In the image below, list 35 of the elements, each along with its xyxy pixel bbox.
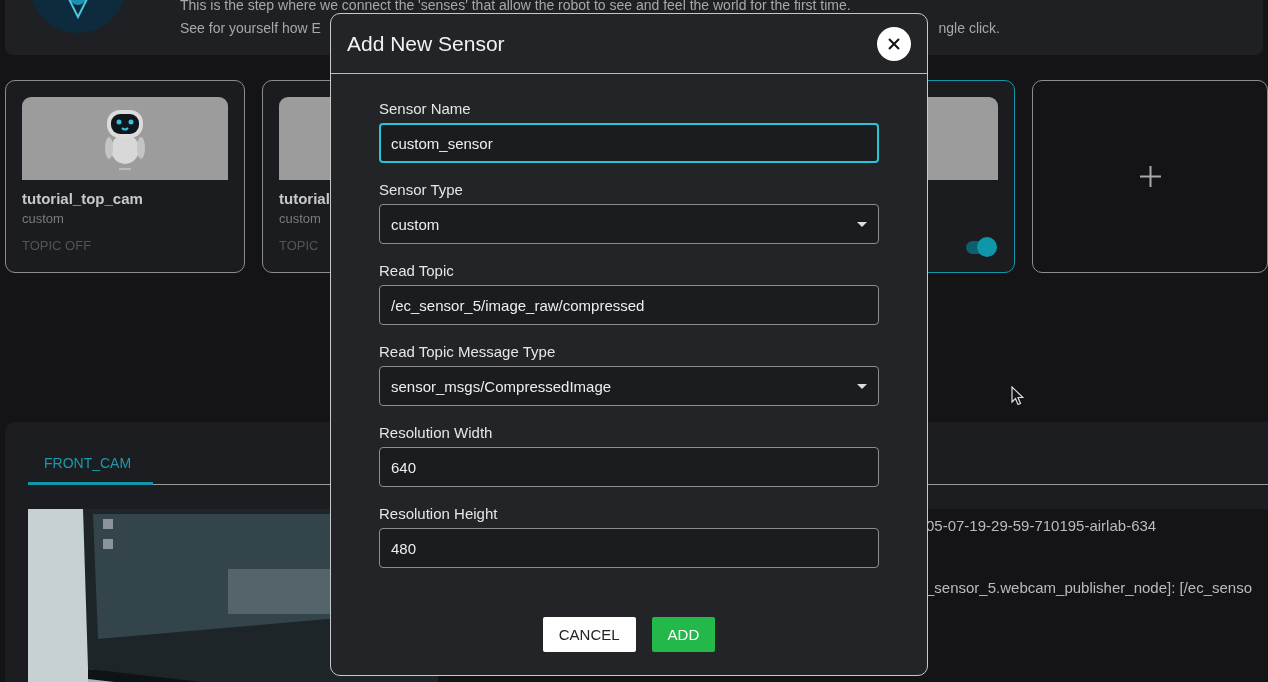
intro-text: See for yourself how E xyxy=(180,19,321,37)
select-field[interactable]: custom xyxy=(379,204,879,244)
field-label: Read Topic xyxy=(379,262,455,280)
sensor-name: tutorial xyxy=(279,190,330,207)
intro-text: This is the step where we connect the 'senses' that allow the robot to see and feel the world for the first time. xyxy=(180,0,851,13)
dialog-title: Add New Sensor xyxy=(347,31,505,56)
input-field[interactable]: custom_sensor xyxy=(379,123,879,163)
pointer-icon xyxy=(1011,386,1024,406)
add-sensor-card[interactable] xyxy=(1032,80,1268,273)
camera-tab[interactable]: FRONT_CAM xyxy=(28,455,153,485)
log-line: _sensor_5.webcam_publisher_node]: [/ec_senso xyxy=(926,579,1253,597)
topic-status: TOPIC OFF xyxy=(22,238,92,253)
sensor-name: tutorial_top_cam xyxy=(22,190,143,207)
close-icon xyxy=(888,37,900,50)
field-label: Resolution Width xyxy=(379,424,494,442)
field-label: Sensor Name xyxy=(379,100,472,118)
select-field[interactable]: sensor_msgs/CompressedImage xyxy=(379,366,879,406)
intro-text: ngle click. xyxy=(938,19,1000,37)
field-label: Resolution Height xyxy=(379,505,499,523)
caret-icon xyxy=(857,383,867,389)
sensor-card[interactable]: tutorial_top_cam custom TOPIC OFF xyxy=(5,80,245,273)
input-field[interactable]: /ec_sensor_5/image_raw/compressed xyxy=(379,285,879,325)
sensor-type: custom xyxy=(279,211,321,226)
cancel-button[interactable]: CANCEL xyxy=(542,617,636,652)
field-label: Sensor Type xyxy=(379,181,464,199)
close-button[interactable] xyxy=(877,26,911,61)
topic-toggle[interactable] xyxy=(966,236,998,258)
topic-status: TOPIC xyxy=(279,238,319,253)
input-field[interactable]: 480 xyxy=(379,528,879,568)
caret-icon xyxy=(857,221,867,227)
log-line: 05-07-19-29-59-710195-airlab-634 xyxy=(926,517,1157,535)
sensor-type: custom xyxy=(22,211,64,226)
plus-icon xyxy=(1139,166,1161,187)
field-label: Read Topic Message Type xyxy=(379,343,557,361)
input-field[interactable]: 640 xyxy=(379,447,879,487)
